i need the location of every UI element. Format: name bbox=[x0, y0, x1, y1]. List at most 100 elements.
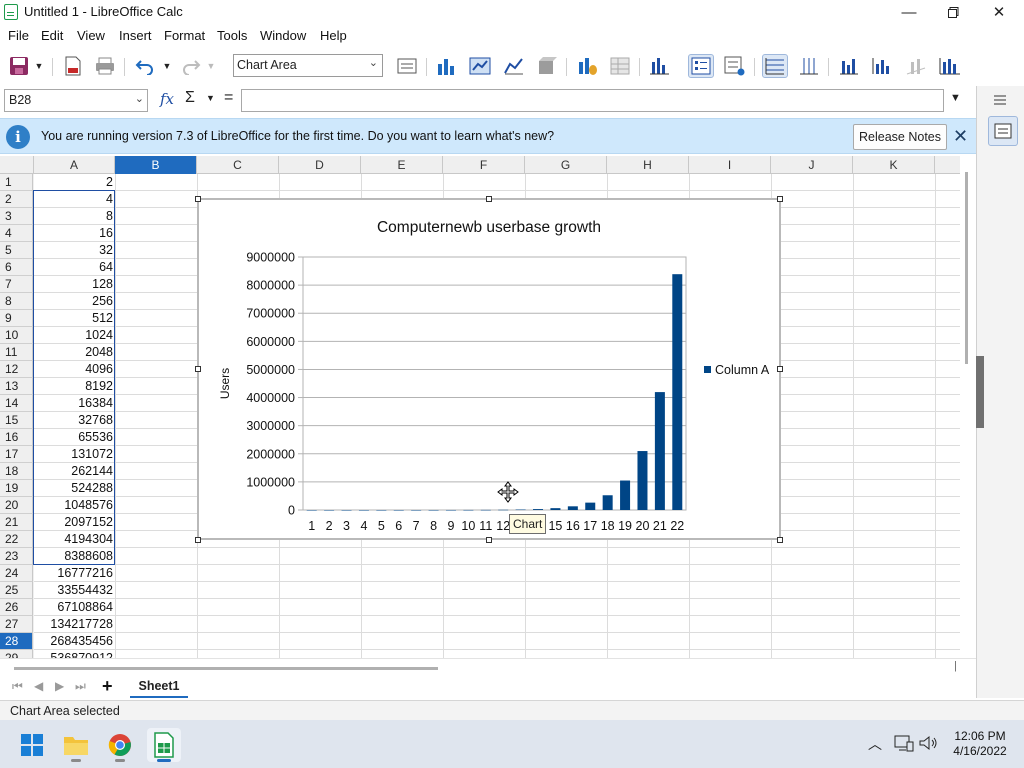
row-header[interactable]: 4 bbox=[0, 225, 33, 242]
data-table-button[interactable] bbox=[574, 54, 600, 78]
clock[interactable]: 12:06 PM 4/16/2022 bbox=[946, 729, 1014, 759]
add-sheet-icon[interactable]: + bbox=[102, 676, 113, 697]
next-sheet-icon[interactable]: ▶ bbox=[55, 679, 64, 693]
row-header[interactable]: 19 bbox=[0, 480, 33, 497]
cell-a[interactable]: 67108864 bbox=[34, 599, 114, 616]
taskbar-chrome[interactable] bbox=[103, 728, 137, 762]
row-header[interactable]: 16 bbox=[0, 429, 33, 446]
row-header[interactable]: 20 bbox=[0, 497, 33, 514]
row-header[interactable]: 6 bbox=[0, 259, 33, 276]
resize-handle[interactable] bbox=[195, 366, 201, 372]
resize-handle[interactable] bbox=[195, 537, 201, 543]
show-hidden-icons[interactable]: ︿ bbox=[868, 734, 882, 754]
name-box[interactable]: B28 ⌄ bbox=[4, 89, 148, 112]
export-pdf-button[interactable] bbox=[60, 54, 86, 78]
print-button[interactable] bbox=[92, 54, 118, 78]
row-header[interactable]: 25 bbox=[0, 582, 33, 599]
row-header[interactable]: 15 bbox=[0, 412, 33, 429]
minimize-button[interactable]: — bbox=[886, 0, 932, 24]
cell-a[interactable]: 536870912 bbox=[34, 650, 114, 658]
row-header[interactable]: 3 bbox=[0, 208, 33, 225]
resize-handle[interactable] bbox=[777, 366, 783, 372]
save-button[interactable] bbox=[6, 54, 32, 78]
row-header[interactable]: 24 bbox=[0, 565, 33, 582]
chart-wall-button[interactable] bbox=[467, 54, 493, 78]
splitter-handle[interactable]: | bbox=[954, 660, 957, 672]
row-header[interactable]: 27 bbox=[0, 616, 33, 633]
chart-element-select[interactable]: Chart Area ⌄ bbox=[233, 54, 383, 77]
row-header[interactable]: 22 bbox=[0, 531, 33, 548]
row-header[interactable]: 21 bbox=[0, 514, 33, 531]
row-header[interactable]: 28 bbox=[0, 633, 33, 650]
row-header[interactable]: 10 bbox=[0, 327, 33, 344]
y-axis-button[interactable] bbox=[869, 54, 895, 78]
menu-window[interactable]: Window bbox=[260, 28, 306, 43]
horizontal-scrollbar[interactable] bbox=[0, 658, 976, 674]
column-header[interactable]: A bbox=[34, 156, 115, 174]
cell-a[interactable]: 16777216 bbox=[34, 565, 114, 582]
x-axis-button[interactable] bbox=[836, 54, 862, 78]
row-header[interactable]: 18 bbox=[0, 463, 33, 480]
maximize-button[interactable] bbox=[930, 0, 976, 24]
sum-icon[interactable]: Σ bbox=[185, 89, 195, 107]
formula-input[interactable] bbox=[241, 89, 944, 112]
column-header[interactable]: K bbox=[853, 156, 935, 174]
sidebar-splitter[interactable] bbox=[976, 356, 984, 428]
close-window-button[interactable]: ✕ bbox=[976, 0, 1022, 24]
insert-titles-button[interactable] bbox=[647, 54, 673, 78]
previous-sheet-icon[interactable]: ◀ bbox=[34, 679, 43, 693]
save-dropdown[interactable]: ▼ bbox=[32, 54, 46, 78]
network-icon[interactable] bbox=[894, 734, 914, 755]
select-all-corner[interactable] bbox=[0, 156, 34, 174]
column-header[interactable]: G bbox=[525, 156, 607, 174]
menu-format[interactable]: Format bbox=[164, 28, 205, 43]
menu-file[interactable]: File bbox=[8, 28, 29, 43]
resize-handle[interactable] bbox=[195, 196, 201, 202]
close-infobar-icon[interactable]: ✕ bbox=[953, 126, 968, 147]
cell-a[interactable]: 134217728 bbox=[34, 616, 114, 633]
row-header[interactable]: 23 bbox=[0, 548, 33, 565]
column-header[interactable]: J bbox=[771, 156, 853, 174]
first-sheet-icon[interactable]: ⏮ bbox=[12, 679, 23, 694]
3d-view-button[interactable] bbox=[534, 54, 560, 78]
column-header[interactable]: B bbox=[115, 156, 197, 174]
row-header[interactable]: 7 bbox=[0, 276, 33, 293]
cell-a[interactable]: 33554432 bbox=[34, 582, 114, 599]
column-header[interactable]: E bbox=[361, 156, 443, 174]
redo-dropdown[interactable]: ▼ bbox=[204, 54, 218, 78]
row-header[interactable]: 8 bbox=[0, 293, 33, 310]
formula-equals-icon[interactable]: = bbox=[224, 89, 233, 107]
row-header[interactable]: 11 bbox=[0, 344, 33, 361]
row-header[interactable]: 9 bbox=[0, 310, 33, 327]
vertical-scrollbar[interactable] bbox=[960, 156, 976, 658]
format-selection-button[interactable] bbox=[394, 54, 420, 78]
undo-button[interactable] bbox=[132, 54, 158, 78]
insert-legend-button[interactable] bbox=[722, 54, 748, 78]
menu-help[interactable]: Help bbox=[320, 28, 347, 43]
function-wizard-icon[interactable]: fx bbox=[160, 90, 174, 108]
resize-handle[interactable] bbox=[777, 196, 783, 202]
row-header[interactable]: 12 bbox=[0, 361, 33, 378]
all-axes-button[interactable] bbox=[937, 54, 963, 78]
undo-dropdown[interactable]: ▼ bbox=[160, 54, 174, 78]
row-header[interactable]: 5 bbox=[0, 242, 33, 259]
column-header[interactable]: F bbox=[443, 156, 525, 174]
row-header[interactable]: 1 bbox=[0, 174, 33, 191]
start-button[interactable] bbox=[15, 728, 49, 762]
redo-button[interactable] bbox=[178, 54, 204, 78]
legend-on-off-button[interactable] bbox=[688, 54, 714, 78]
z-axis-button[interactable] bbox=[903, 54, 929, 78]
row-header[interactable]: 26 bbox=[0, 599, 33, 616]
column-header[interactable]: C bbox=[197, 156, 279, 174]
release-notes-button[interactable]: Release Notes bbox=[853, 124, 947, 150]
volume-icon[interactable] bbox=[918, 734, 938, 755]
data-ranges-button[interactable] bbox=[607, 54, 633, 78]
column-header[interactable]: I bbox=[689, 156, 771, 174]
cell-a[interactable]: 268435456 bbox=[34, 633, 114, 650]
chart-area-button[interactable] bbox=[501, 54, 527, 78]
row-header[interactable]: 13 bbox=[0, 378, 33, 395]
row-header[interactable]: 17 bbox=[0, 446, 33, 463]
menu-tools[interactable]: Tools bbox=[217, 28, 247, 43]
taskbar-libreoffice-calc[interactable] bbox=[147, 728, 181, 762]
row-header[interactable]: 14 bbox=[0, 395, 33, 412]
